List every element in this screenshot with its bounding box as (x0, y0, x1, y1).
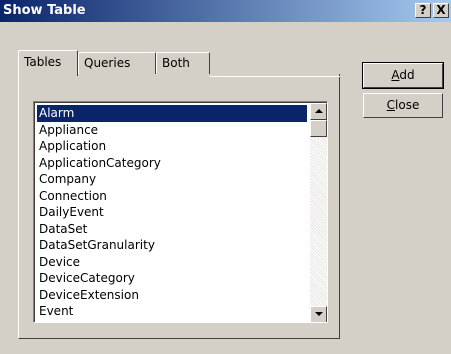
list-item[interactable]: DeviceCategory (37, 270, 307, 287)
list-item[interactable]: Connection (37, 188, 307, 205)
list-item[interactable]: ApplicationCategory (37, 155, 307, 172)
list-item[interactable]: Company (37, 171, 307, 188)
tab-queries[interactable]: Queries (78, 52, 156, 74)
list-items: Alarm Appliance Application ApplicationC… (37, 105, 307, 320)
list-item[interactable]: Device (37, 254, 307, 271)
close-button[interactable]: Close (363, 93, 443, 118)
add-button[interactable]: Add (362, 62, 444, 89)
listbox-frame: Alarm Appliance Application ApplicationC… (34, 102, 327, 322)
title-bar[interactable]: Show Table ? X (0, 0, 451, 22)
list-item[interactable]: DataSet (37, 221, 307, 238)
scroll-down-button[interactable] (310, 306, 327, 322)
add-label-rest: dd (399, 68, 415, 82)
arrow-down-icon (315, 312, 323, 316)
vertical-scrollbar[interactable] (310, 103, 327, 322)
close-icon: X (436, 3, 446, 17)
help-icon: ? (419, 3, 427, 17)
scroll-up-button[interactable] (310, 103, 327, 120)
list-item[interactable]: Appliance (37, 122, 307, 139)
table-listbox[interactable]: Alarm Appliance Application ApplicationC… (33, 101, 328, 323)
close-window-button[interactable]: X (433, 3, 449, 18)
close-label-rest: lose (395, 98, 420, 112)
scroll-thumb[interactable] (310, 120, 327, 137)
list-item[interactable]: DataSetGranularity (37, 237, 307, 254)
tab-strip-divider (210, 76, 340, 77)
list-item[interactable]: Alarm (37, 105, 307, 122)
close-mnemonic: C (386, 98, 396, 112)
list-item[interactable]: DeviceExtension (37, 287, 307, 304)
list-item[interactable]: DailyEvent (37, 204, 307, 221)
list-item[interactable]: Application (37, 138, 307, 155)
window-title: Show Table (3, 3, 86, 18)
arrow-up-icon (315, 109, 323, 113)
help-button[interactable]: ? (415, 3, 431, 18)
tab-both[interactable]: Both (156, 52, 210, 74)
tab-tables[interactable]: Tables (18, 50, 78, 76)
list-item[interactable]: Event (37, 303, 307, 320)
